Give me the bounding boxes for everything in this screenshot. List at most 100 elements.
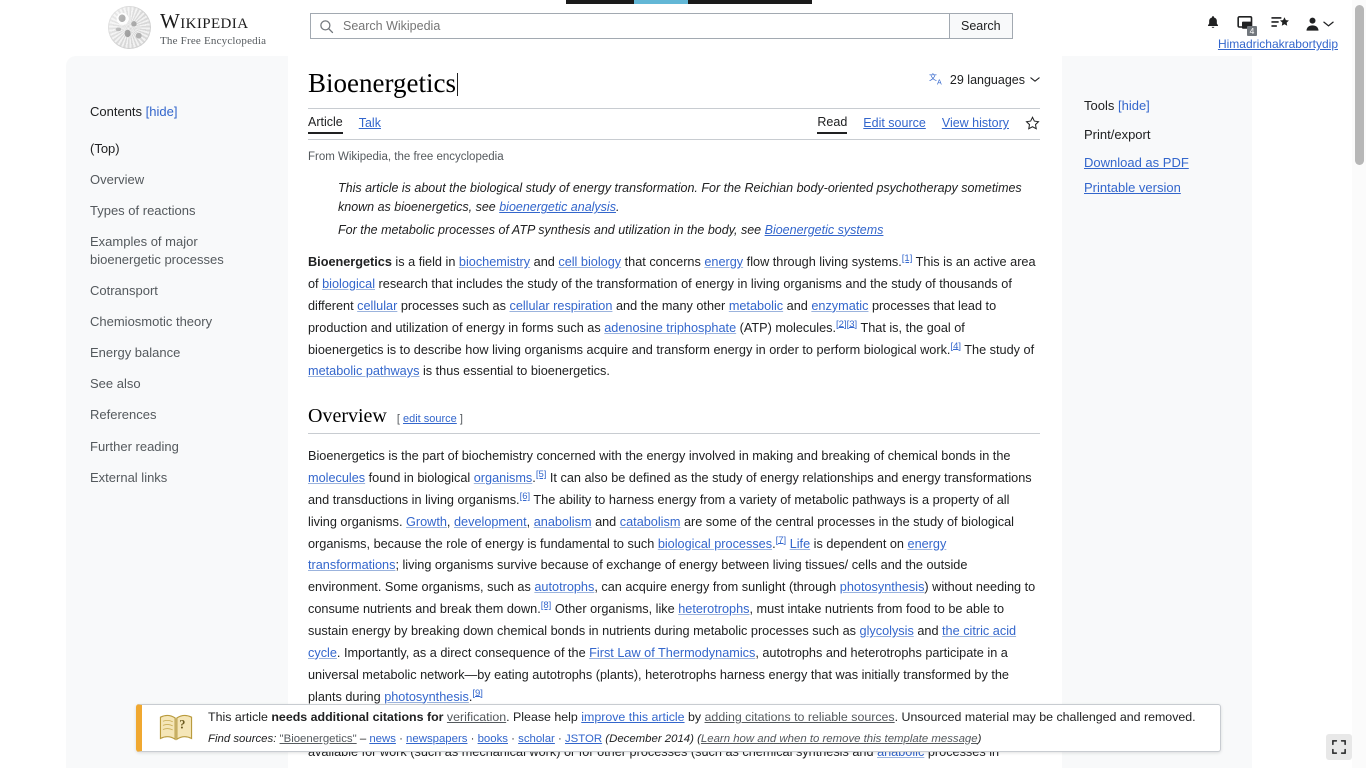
tab-article[interactable]: Article bbox=[308, 115, 343, 135]
hatnote-2-link[interactable]: Bioenergetic systems bbox=[765, 223, 884, 237]
banner-query-link[interactable]: "Bioenergetics" bbox=[280, 733, 357, 745]
toc-item-label: Overview bbox=[90, 172, 145, 188]
ref-2-3[interactable]: [2][3] bbox=[836, 318, 857, 329]
toc-item-see-also[interactable]: See also bbox=[66, 368, 288, 399]
watch-star-icon[interactable] bbox=[1025, 115, 1040, 134]
overview-paragraph-1: Bioenergetics is the part of biochemistr… bbox=[308, 449, 1036, 704]
banner-adding-citations-link[interactable]: adding citations to reliable sources bbox=[705, 710, 895, 724]
hatnote-2-text: For the metabolic processes of ATP synth… bbox=[338, 222, 765, 237]
search-area: Search bbox=[310, 13, 1013, 39]
banner-verification-link[interactable]: verification bbox=[447, 710, 506, 724]
search-input[interactable] bbox=[341, 18, 941, 34]
toc-item-top[interactable]: (Top) bbox=[66, 133, 288, 164]
link-adenosine-triphosphate[interactable]: adenosine triphosphate bbox=[604, 321, 736, 335]
link-metabolic-pathways[interactable]: metabolic pathways bbox=[308, 364, 419, 378]
link-photosynthesis-2[interactable]: photosynthesis bbox=[384, 690, 469, 704]
link-photosynthesis[interactable]: photosynthesis bbox=[840, 580, 925, 594]
search-box[interactable] bbox=[310, 13, 950, 39]
link-development[interactable]: development bbox=[454, 515, 527, 529]
link-catabolism[interactable]: catabolism bbox=[620, 515, 681, 529]
link-biological[interactable]: biological bbox=[322, 277, 375, 291]
link-molecules[interactable]: molecules bbox=[308, 471, 365, 485]
link-biological-processes[interactable]: biological processes bbox=[658, 537, 772, 551]
ref-6[interactable]: [6] bbox=[520, 491, 531, 502]
watchlist-star-icon[interactable] bbox=[1271, 15, 1289, 33]
banner-source-newspapers[interactable]: newspapers bbox=[406, 733, 467, 745]
edit-source-link[interactable]: edit source bbox=[403, 413, 457, 425]
link-enzymatic[interactable]: enzymatic bbox=[811, 299, 868, 313]
toc-item-label: Cotransport bbox=[90, 282, 158, 298]
link-anabolism[interactable]: anabolism bbox=[534, 515, 592, 529]
printable-version-link[interactable]: Printable version bbox=[1062, 175, 1252, 200]
toc-item-chemiosmotic-theory[interactable]: Chemiosmotic theory bbox=[66, 306, 288, 337]
link-autotrophs[interactable]: autotrophs bbox=[534, 580, 594, 594]
toc-item-external-links[interactable]: External links bbox=[66, 462, 288, 493]
banner-line1-a: This article bbox=[208, 710, 272, 725]
ref-7[interactable]: [7] bbox=[776, 534, 787, 545]
link-heterotrophs[interactable]: heterotrophs bbox=[678, 602, 749, 616]
link-cellular-respiration[interactable]: cellular respiration bbox=[509, 299, 612, 313]
user-icon bbox=[1306, 17, 1319, 31]
link-organisms[interactable]: organisms bbox=[474, 471, 533, 485]
bell-icon[interactable] bbox=[1205, 14, 1221, 34]
svg-text:A: A bbox=[937, 79, 942, 86]
search-button[interactable]: Search bbox=[949, 13, 1013, 39]
toc-item-energy-balance[interactable]: Energy balance bbox=[66, 337, 288, 368]
user-menu-button[interactable] bbox=[1305, 16, 1334, 32]
download-as-pdf-link[interactable]: Download as PDF bbox=[1062, 150, 1252, 175]
banner-source-scholar[interactable]: scholar bbox=[518, 733, 555, 745]
vertical-scrollbar-track[interactable] bbox=[1352, 0, 1366, 768]
toc-hide-link[interactable]: [hide] bbox=[146, 104, 178, 119]
fullscreen-button[interactable] bbox=[1326, 734, 1352, 760]
toc-item-overview[interactable]: Overview bbox=[66, 164, 288, 195]
toc-item-cotransport[interactable]: Cotransport bbox=[66, 275, 288, 306]
link-glycolysis[interactable]: glycolysis bbox=[860, 624, 914, 638]
banner-source-jstor[interactable]: JSTOR bbox=[565, 733, 602, 745]
toc-item-types-of-reactions[interactable]: Types of reactions bbox=[66, 195, 288, 226]
tools-hide-link[interactable]: [hide] bbox=[1118, 98, 1150, 113]
ref-1[interactable]: [1] bbox=[902, 253, 913, 264]
book-question-icon: ? bbox=[158, 712, 194, 745]
banner-line1-c: by bbox=[684, 710, 705, 725]
ref-8[interactable]: [8] bbox=[541, 600, 552, 611]
page-title: Bioenergetics bbox=[308, 68, 458, 99]
banner-find-sources-label: Find sources: bbox=[208, 732, 277, 745]
link-cellular[interactable]: cellular bbox=[357, 299, 397, 313]
vertical-scrollbar-thumb[interactable] bbox=[1355, 5, 1364, 165]
toc-item-references[interactable]: References bbox=[66, 399, 288, 430]
hatnote-1-link[interactable]: bioenergetic analysis bbox=[499, 200, 616, 214]
wikipedia-logo[interactable]: WIKIPEDIA The Free Encyclopedia bbox=[108, 6, 266, 49]
banner-dash: – bbox=[356, 732, 370, 745]
link-growth[interactable]: Growth bbox=[406, 515, 447, 529]
ref-4[interactable]: [4] bbox=[950, 340, 961, 351]
banner-line1-needs: needs additional citations for bbox=[271, 710, 447, 725]
banner-improve-article-link[interactable]: improve this article bbox=[581, 710, 684, 724]
toc-item-further-reading[interactable]: Further reading bbox=[66, 431, 288, 462]
link-cell-biology[interactable]: cell biology bbox=[558, 255, 621, 269]
chevron-down-icon bbox=[1323, 21, 1334, 27]
hatnote-1-suffix: . bbox=[615, 200, 620, 215]
banner-source-books[interactable]: books bbox=[478, 733, 508, 745]
ref-9[interactable]: [9] bbox=[472, 687, 483, 698]
toc-item-label: Examples of major bioenergetic processes bbox=[90, 234, 224, 267]
ref-5[interactable]: [5] bbox=[536, 469, 547, 480]
tab-talk[interactable]: Talk bbox=[359, 116, 381, 133]
link-life[interactable]: Life bbox=[790, 537, 810, 551]
banner-line-1: This article needs additional citations … bbox=[208, 708, 1196, 727]
link-biochemistry[interactable]: biochemistry bbox=[459, 255, 530, 269]
link-energy[interactable]: energy bbox=[704, 255, 743, 269]
tab-view-history[interactable]: View history bbox=[942, 116, 1009, 133]
tab-read[interactable]: Read bbox=[817, 115, 848, 135]
banner-source-news[interactable]: news bbox=[369, 733, 396, 745]
tab-edit-source[interactable]: Edit source bbox=[863, 116, 926, 133]
banner-learn-more-link[interactable]: Learn how and when to remove this templa… bbox=[701, 733, 978, 745]
languages-button[interactable]: 文 A 29 languages bbox=[929, 72, 1040, 87]
toc-item-examples-of-major-bioenergetic-processes[interactable]: Examples of major bioenergetic processes bbox=[66, 226, 288, 274]
username-link[interactable]: Himadrichakrabortydip bbox=[1218, 37, 1338, 51]
toc-heading: Contents [hide] bbox=[66, 104, 288, 119]
toc-heading-label: Contents bbox=[90, 104, 143, 119]
link-first-law-of-thermodynamics[interactable]: First Law of Thermodynamics bbox=[589, 646, 755, 660]
link-energy-transformations[interactable]: energy transformations bbox=[308, 537, 946, 573]
notices-tray-icon[interactable]: 4 bbox=[1237, 15, 1257, 36]
link-metabolic[interactable]: metabolic bbox=[729, 299, 783, 313]
